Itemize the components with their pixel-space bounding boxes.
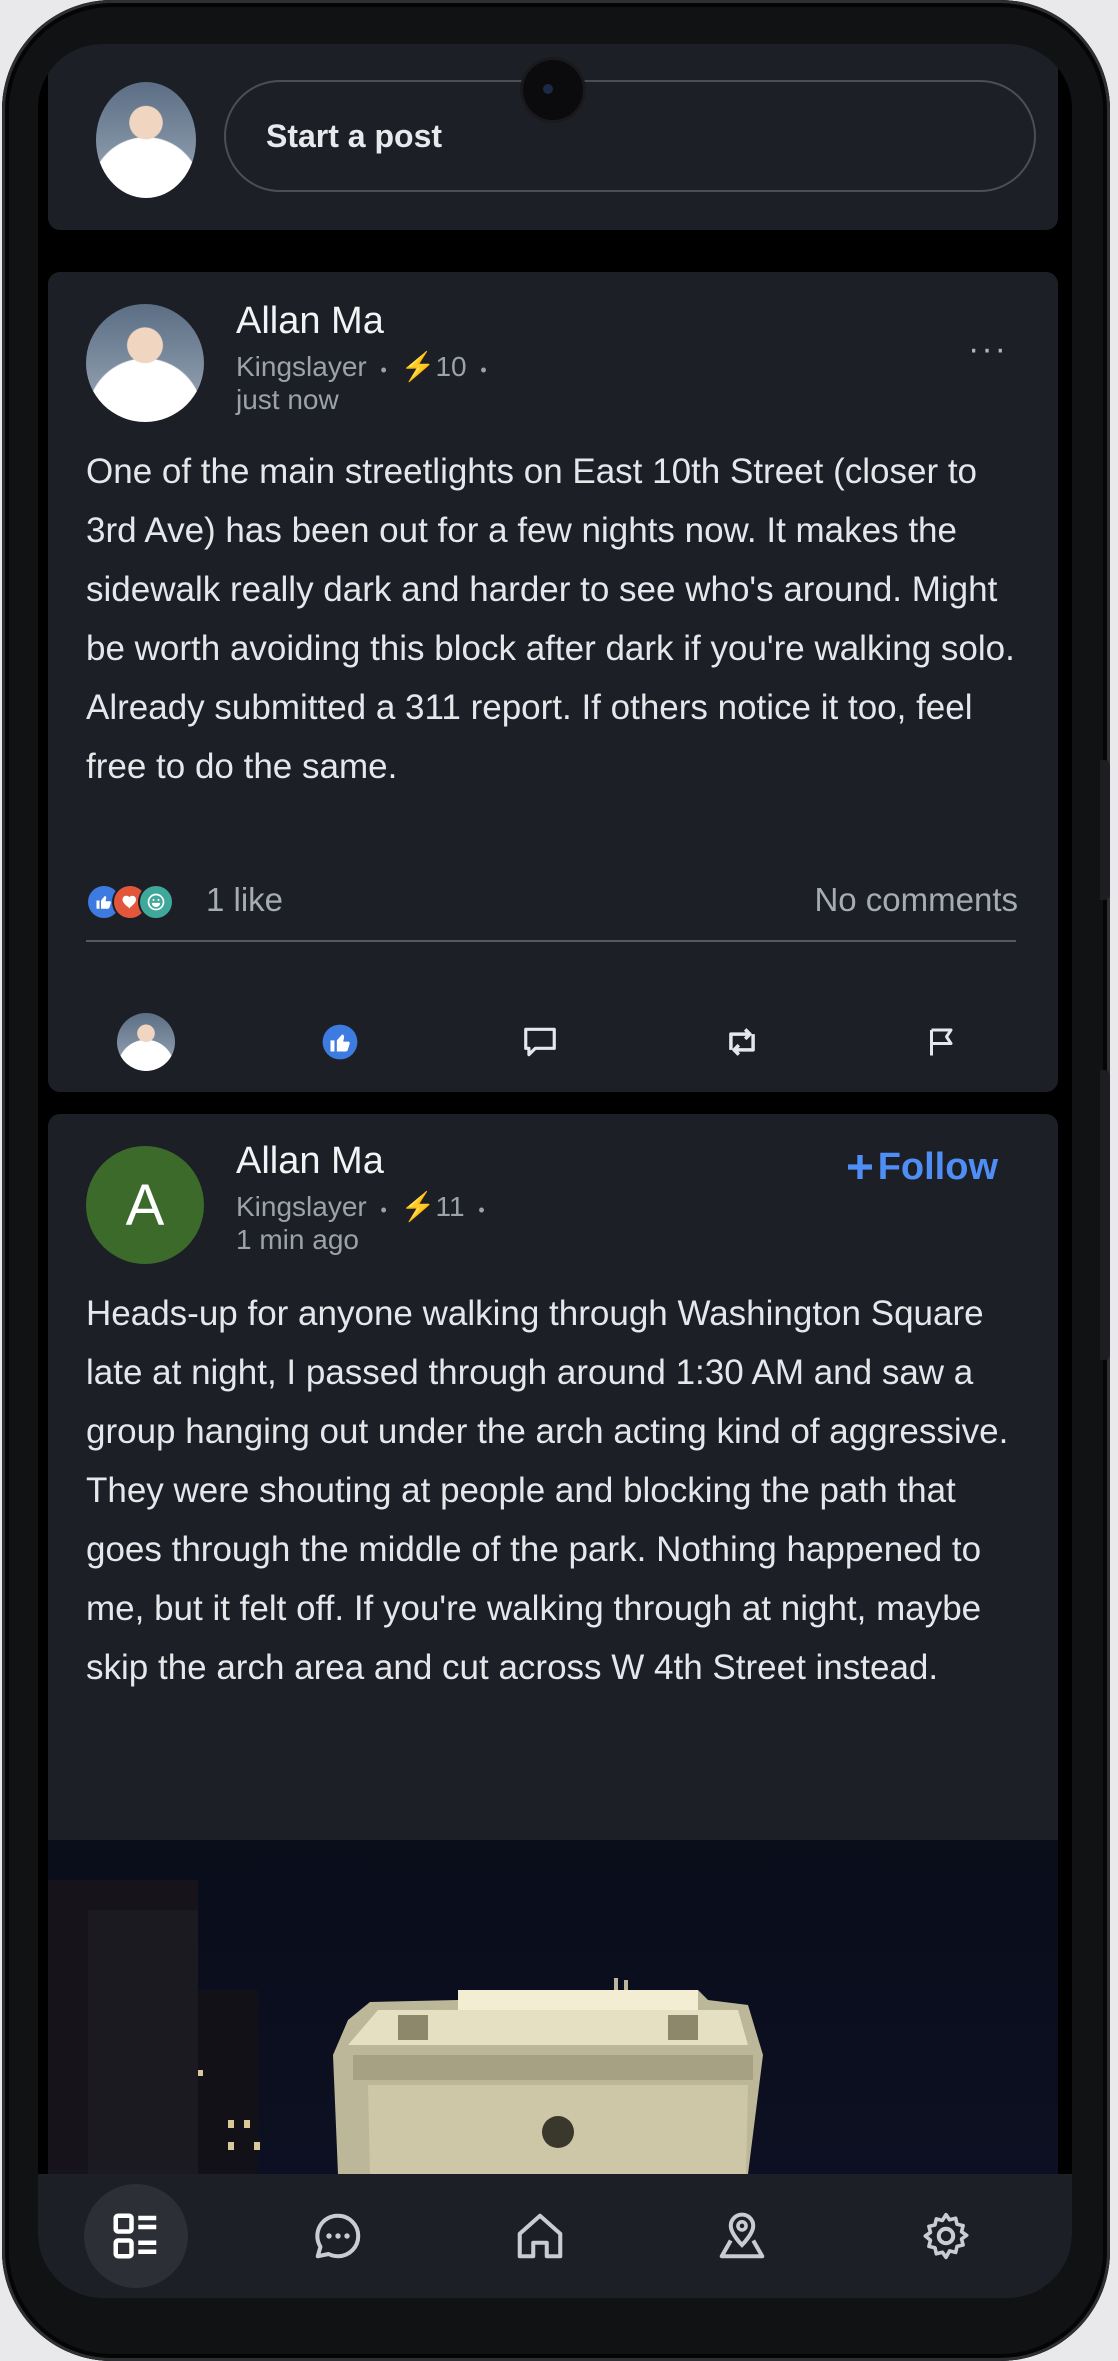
like-button[interactable] xyxy=(310,1012,370,1072)
follow-label: Follow xyxy=(877,1146,998,1188)
arch-photo xyxy=(48,1880,763,2174)
karma-score: ⚡10 xyxy=(400,351,467,382)
comment-icon xyxy=(524,1027,556,1057)
react-as-user-button[interactable] xyxy=(116,1012,176,1072)
reaction-summary[interactable] xyxy=(86,884,174,920)
post-card: Allan Ma Kingslayer • ⚡10 • just now ···… xyxy=(48,272,1058,1092)
author-avatar[interactable] xyxy=(86,304,204,422)
post-body: One of the main streetlights on East 10t… xyxy=(86,452,1015,786)
meta-separator: • xyxy=(478,1200,485,1220)
avatar-letter: A xyxy=(125,1172,165,1238)
author-title: Kingslayer xyxy=(236,1191,367,1222)
repost-icon xyxy=(729,1028,755,1056)
phone-frame: Start a post Allan Ma Kingslayer • ⚡10 •… xyxy=(2,0,1110,2361)
settings-icon xyxy=(923,2212,969,2260)
more-options-icon[interactable]: ··· xyxy=(968,330,1008,369)
author-meta: Kingslayer • ⚡11 • xyxy=(236,1190,491,1223)
nav-map[interactable] xyxy=(690,2184,794,2288)
start-post-input[interactable]: Start a post xyxy=(224,80,1036,192)
follow-button[interactable]: Follow xyxy=(844,1146,998,1189)
post-body: Heads-up for anyone walking through Wash… xyxy=(86,1294,1009,1687)
bottom-navigation xyxy=(38,2174,1072,2298)
user-avatar[interactable] xyxy=(96,82,196,198)
laugh-icon xyxy=(138,884,174,920)
nav-feed[interactable] xyxy=(84,2184,188,2288)
plus-icon xyxy=(847,1155,872,1179)
post-time: just now xyxy=(236,384,339,415)
nav-settings[interactable] xyxy=(894,2184,998,2288)
repost-button[interactable] xyxy=(712,1012,772,1072)
power-button xyxy=(1100,1070,1110,1360)
map-pin-icon xyxy=(719,2212,765,2259)
author-title: Kingslayer xyxy=(236,351,367,382)
front-camera xyxy=(523,60,583,120)
user-avatar-icon xyxy=(117,1013,175,1071)
author-meta: Kingslayer • ⚡10 • xyxy=(236,350,493,383)
feed-icon xyxy=(113,2213,157,2259)
meta-separator: • xyxy=(480,360,487,380)
start-post-label: Start a post xyxy=(266,117,443,154)
report-button[interactable] xyxy=(912,1012,972,1072)
author-avatar[interactable]: A xyxy=(86,1146,204,1264)
comment-count[interactable]: No comments xyxy=(814,881,1018,919)
flag-icon xyxy=(930,1028,953,1056)
like-count[interactable]: 1 like xyxy=(206,881,283,919)
karma-score: ⚡11 xyxy=(400,1191,465,1222)
screen: Start a post Allan Ma Kingslayer • ⚡10 •… xyxy=(38,44,1072,2298)
post-time: 1 min ago xyxy=(236,1224,359,1255)
like-icon xyxy=(322,1024,358,1060)
meta-separator: • xyxy=(380,360,387,380)
author-name[interactable]: Allan Ma xyxy=(236,300,384,343)
comment-button[interactable] xyxy=(510,1012,570,1072)
home-icon xyxy=(517,2213,563,2259)
volume-button xyxy=(1100,760,1110,900)
divider xyxy=(86,940,1016,942)
nav-home[interactable] xyxy=(488,2184,592,2288)
chat-icon xyxy=(315,2213,361,2259)
author-name[interactable]: Allan Ma xyxy=(236,1140,384,1183)
post-image[interactable] xyxy=(48,1840,1058,2174)
meta-separator: • xyxy=(380,1200,387,1220)
nav-chat[interactable] xyxy=(286,2184,390,2288)
